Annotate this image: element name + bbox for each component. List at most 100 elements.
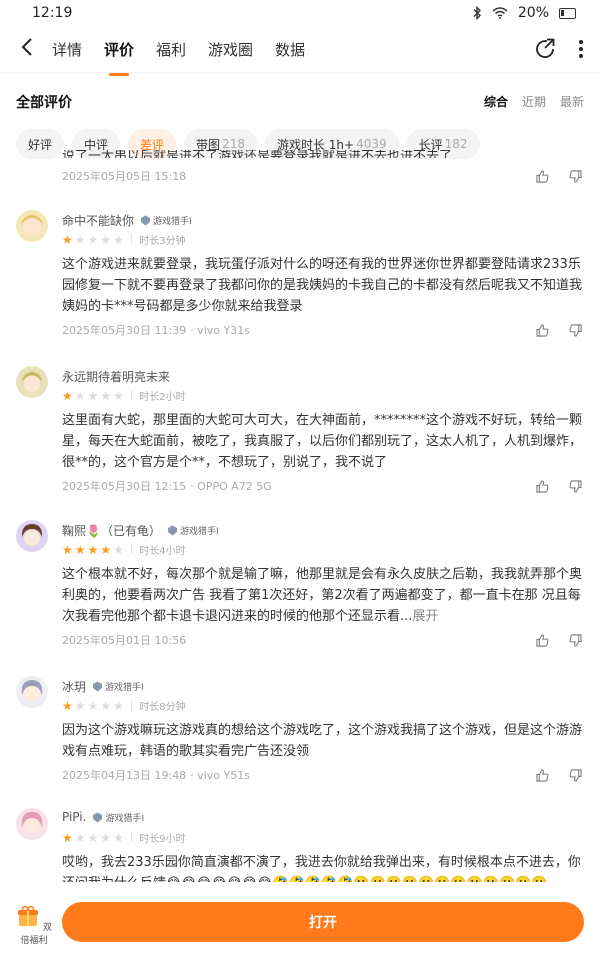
battery-icon [559, 7, 576, 19]
review-text[interactable]: 这里面有大蛇，那里面的大蛇可大可大，在大神面前，********这个游戏不好玩，… [62, 410, 582, 473]
review-text[interactable]: 因为这个游戏嘛玩这游戏真的想给这个游戏吃了，这个游戏我搞了这个游戏，但是这个游游… [62, 720, 582, 762]
star-empty-icon: ★ [100, 388, 112, 403]
avatar[interactable] [16, 520, 48, 552]
avatar[interactable] [16, 808, 48, 840]
review-device: · OPPO A72 5G [190, 479, 272, 493]
thumbs-up-icon[interactable] [536, 323, 549, 337]
star-filled-icon: ★ [74, 542, 86, 557]
tab-data[interactable]: 数据 [275, 35, 305, 64]
tab-game-circle[interactable]: 游戏圈 [208, 35, 253, 64]
star-empty-icon: ★ [87, 388, 99, 403]
review-device: · vivo Y31s [190, 323, 250, 337]
vote-buttons [536, 633, 582, 647]
star-empty-icon: ★ [74, 232, 86, 247]
thumbs-down-icon[interactable] [569, 633, 582, 647]
chip-count: 4039 [356, 137, 387, 151]
badge-label: 游戏猎手I [105, 683, 144, 693]
badge-label: 游戏猎手I [105, 813, 145, 824]
welfare-entry[interactable]: 双倍福利 [14, 904, 54, 946]
vote-buttons [536, 768, 582, 782]
review-date: 2025年05月30日 12:15 [62, 480, 187, 493]
star-rating: ★ ★ ★ ★ ★ [62, 699, 124, 713]
star-rating: ★ ★ ★ ★ ★ [62, 389, 124, 403]
thumbs-up-icon[interactable] [536, 633, 549, 647]
thumbs-up-icon[interactable] [536, 768, 549, 782]
playtime: 时长2小时 [139, 392, 186, 403]
playtime: 时长9小时 [139, 834, 186, 845]
vote-buttons [536, 169, 582, 183]
user-badge: 游戏猎手I [92, 680, 144, 693]
star-rating: ★ ★ ★ ★ ★ [62, 831, 124, 845]
reviews-header: 全部评价 综合 近期 最新 [0, 72, 600, 116]
review-meta: 2025年05月30日 12:15 · OPPO A72 5G [62, 478, 582, 494]
tab-reviews[interactable]: 评价 [104, 35, 134, 64]
username[interactable]: PiPi. [62, 810, 86, 824]
tab-welfare[interactable]: 福利 [156, 35, 186, 64]
expand-link[interactable]: 展开 [412, 609, 438, 624]
avatar[interactable] [16, 676, 48, 708]
reviews-title: 全部评价 [16, 94, 72, 111]
review-list[interactable]: 说了一大串以后就是进不了游戏还是要登录我就是进不去也进不去了 2025年05月0… [0, 150, 600, 960]
sort-comprehensive[interactable]: 综合 [484, 93, 508, 110]
username[interactable]: 永远期待着明亮未来 [62, 368, 170, 385]
nav-actions [534, 38, 584, 60]
tab-details[interactable]: 详情 [52, 35, 82, 64]
username[interactable]: 鞠熙🌷（已有龟） [62, 522, 161, 539]
rating-line: ★ ★ ★ ★ ★ | 时长9小时 [62, 830, 186, 846]
back-arrow-icon[interactable] [20, 37, 52, 61]
vote-buttons [536, 479, 582, 493]
review-text[interactable]: 这个根本就不好，每次那个就是输了嘛，他那里就是会有永久皮肤之后勒，我我就弄那个奥… [62, 564, 582, 627]
thumbs-up-icon[interactable] [536, 479, 549, 493]
review-date: 2025年04月13日 19:48 [62, 769, 187, 782]
avatar[interactable] [16, 366, 48, 398]
thumbs-down-icon[interactable] [569, 169, 582, 183]
thumbs-down-icon[interactable] [569, 768, 582, 782]
star-empty-icon: ★ [87, 830, 99, 845]
vote-buttons [536, 323, 582, 337]
review-date: 2025年05月01日 10:56 [62, 634, 187, 647]
rating-line: ★ ★ ★ ★ ★ | 时长2小时 [62, 388, 186, 404]
status-icons: 20% [472, 5, 576, 21]
username[interactable]: 冰玥 [62, 678, 86, 695]
badge-label: 游戏猎手I [153, 217, 192, 227]
star-filled-icon: ★ [62, 388, 73, 403]
review-meta: 2025年05月30日 11:39 · vivo Y31s [62, 322, 582, 338]
star-empty-icon: ★ [113, 542, 124, 557]
user-badge: 游戏猎手I [140, 214, 192, 227]
share-icon[interactable] [534, 38, 556, 60]
sort-newest[interactable]: 最新 [560, 93, 584, 110]
user-line: 冰玥 游戏猎手I [62, 678, 144, 695]
thumbs-down-icon[interactable] [569, 479, 582, 493]
star-empty-icon: ★ [74, 388, 86, 403]
user-line: PiPi. 游戏猎手I [62, 810, 144, 824]
badge-label: 游戏猎手I [179, 527, 219, 537]
star-empty-icon: ★ [113, 698, 124, 713]
open-button[interactable]: 打开 [62, 902, 584, 942]
star-rating: ★ ★ ★ ★ ★ [62, 543, 124, 557]
star-rating: ★ ★ ★ ★ ★ [62, 233, 124, 247]
playtime: 时长4小时 [139, 546, 186, 557]
more-options-icon[interactable] [578, 39, 584, 59]
bottom-action-bar: 双倍福利 打开 [0, 882, 600, 960]
user-line: 鞠熙🌷（已有龟） 游戏猎手I [62, 522, 219, 539]
thumbs-up-icon[interactable] [536, 169, 549, 183]
rating-line: ★ ★ ★ ★ ★ | 时长4小时 [62, 542, 186, 558]
sort-recent[interactable]: 近期 [522, 93, 546, 110]
star-empty-icon: ★ [74, 698, 86, 713]
star-filled-icon: ★ [100, 542, 112, 557]
star-empty-icon: ★ [87, 698, 99, 713]
review-date: 2025年05月30日 11:39 [62, 324, 187, 337]
chip-count: 218 [222, 137, 245, 151]
star-empty-icon: ★ [100, 830, 112, 845]
star-filled-icon: ★ [87, 542, 99, 557]
badge-icon [93, 681, 103, 692]
review-item: 冰玥 游戏猎手I ★ ★ ★ ★ ★ | 时长8分钟 因为这个游戏嘛玩这游戏真的想给这个… [0, 676, 600, 796]
badge-icon [93, 812, 103, 822]
username[interactable]: 命中不能缺你 [62, 212, 134, 229]
avatar[interactable] [16, 210, 48, 242]
thumbs-down-icon[interactable] [569, 323, 582, 337]
review-device: · vivo Y51s [190, 768, 250, 782]
status-time: 12:19 [32, 5, 73, 21]
review-text[interactable]: 这个游戏进来就要登录，我玩蛋仔派对什么的呀还有我的世界迷你世界都要登陆请求233… [62, 254, 582, 317]
star-empty-icon: ★ [113, 388, 124, 403]
